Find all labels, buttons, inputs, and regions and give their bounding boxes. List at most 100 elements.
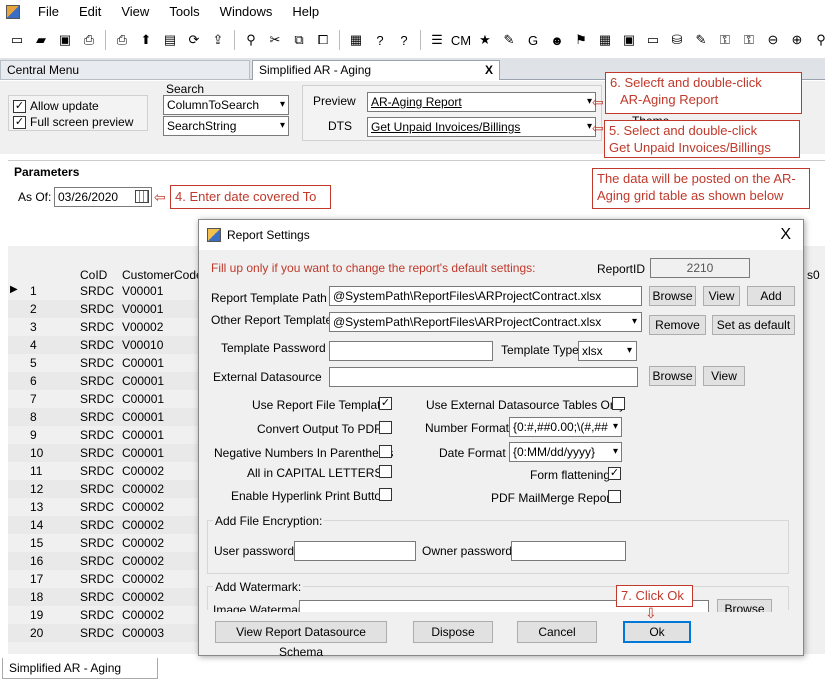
set-default-button[interactable]: Set as default bbox=[712, 315, 795, 335]
all-caps-checkbox[interactable] bbox=[379, 465, 392, 478]
browse-datasource-button[interactable]: Browse bbox=[649, 366, 696, 386]
excel-icon[interactable]: ▦ bbox=[594, 29, 616, 51]
refresh-icon[interactable]: ⟳ bbox=[183, 29, 205, 51]
cancel-button[interactable]: Cancel bbox=[517, 621, 597, 643]
table-row[interactable]: 4 SRDC V00010 bbox=[8, 336, 198, 354]
preview-report-combo[interactable]: AR-Aging Report ▾ bbox=[367, 92, 596, 112]
cm-icon[interactable]: CM bbox=[450, 29, 472, 51]
pdf-mailmerge-checkbox[interactable] bbox=[608, 490, 621, 503]
menu-edit[interactable]: Edit bbox=[69, 0, 111, 24]
table-row[interactable]: 8 SRDC C00001 bbox=[8, 408, 198, 426]
external-datasource-field[interactable] bbox=[329, 367, 638, 387]
table-row[interactable]: 17 SRDC C00002 bbox=[8, 570, 198, 588]
use-external-only-checkbox[interactable] bbox=[612, 397, 625, 410]
paste-icon[interactable]: ⧠ bbox=[312, 29, 334, 51]
view-schema-button[interactable]: View Report Datasource Schema bbox=[215, 621, 387, 659]
remove-template-button[interactable]: Remove bbox=[649, 315, 706, 335]
template-type-combo[interactable]: xlsx ▾ bbox=[578, 341, 637, 361]
copy-icon[interactable]: ⧉ bbox=[288, 29, 310, 51]
browse-watermark-button[interactable]: Browse bbox=[717, 599, 772, 612]
question-icon[interactable]: ? bbox=[393, 29, 415, 51]
grid-icon[interactable]: ▦ bbox=[345, 29, 367, 51]
tool-icon[interactable]: ✎ bbox=[498, 29, 520, 51]
table-row[interactable]: 19 SRDC C00002 bbox=[8, 606, 198, 624]
zoom-in-icon[interactable]: ⊕ bbox=[786, 29, 808, 51]
table-row[interactable]: 16 SRDC C00002 bbox=[8, 552, 198, 570]
date-format-combo[interactable]: {0:MM/dd/yyyy} ▾ bbox=[509, 442, 622, 462]
table-row[interactable]: 18 SRDC C00002 bbox=[8, 588, 198, 606]
new-icon[interactable]: ▭ bbox=[6, 29, 28, 51]
search-column-combo[interactable]: ColumnToSearch ▾ bbox=[163, 95, 289, 115]
table-row[interactable]: 9 SRDC C00001 bbox=[8, 426, 198, 444]
export-icon[interactable]: ⇪ bbox=[207, 29, 229, 51]
tab-central-menu[interactable]: Central Menu bbox=[0, 60, 250, 80]
menu-view[interactable]: View bbox=[111, 0, 159, 24]
user-password-field[interactable] bbox=[294, 541, 416, 561]
table-row[interactable]: 13 SRDC C00002 bbox=[8, 498, 198, 516]
ok-button[interactable]: Ok bbox=[623, 621, 691, 643]
column-header-fragment[interactable]: s0 bbox=[807, 268, 820, 282]
form-flattening-checkbox[interactable]: ✓ bbox=[608, 467, 621, 480]
use-report-file-template-checkbox[interactable]: ✓ bbox=[379, 397, 392, 410]
help-icon[interactable]: ? bbox=[369, 29, 391, 51]
number-format-combo[interactable]: {0:#,##0.00;\(#,## ▾ bbox=[509, 417, 622, 437]
menu-file[interactable]: File bbox=[28, 0, 69, 24]
negative-parens-checkbox[interactable] bbox=[379, 445, 392, 458]
print-icon[interactable]: ⎙ bbox=[78, 29, 100, 51]
tab-simplified-ar-aging[interactable]: Simplified AR - Aging X bbox=[252, 60, 500, 80]
find-icon[interactable]: ⚲ bbox=[240, 29, 262, 51]
dts-combo[interactable]: Get Unpaid Invoices/Billings ▾ bbox=[367, 117, 596, 137]
table-row[interactable]: 7 SRDC C00001 bbox=[8, 390, 198, 408]
search-icon[interactable]: ⚲ bbox=[810, 29, 825, 51]
db-icon[interactable]: ⛁ bbox=[666, 29, 688, 51]
dispose-button[interactable]: Dispose bbox=[413, 621, 493, 643]
table-row[interactable]: 12 SRDC C00002 bbox=[8, 480, 198, 498]
star-icon[interactable]: ★ bbox=[474, 29, 496, 51]
convert-pdf-checkbox[interactable] bbox=[379, 421, 392, 434]
close-tab-icon[interactable]: X bbox=[485, 61, 493, 79]
g-icon[interactable]: G bbox=[522, 29, 544, 51]
column-header-coid[interactable]: CoID bbox=[80, 268, 107, 282]
table-row[interactable]: 3 SRDC V00002 bbox=[8, 318, 198, 336]
up-arrow-icon[interactable]: ⬆ bbox=[135, 29, 157, 51]
zoom-out-icon[interactable]: ⊖ bbox=[762, 29, 784, 51]
print-preview-icon[interactable]: ⎙ bbox=[111, 29, 133, 51]
table-row[interactable]: 10 SRDC C00001 bbox=[8, 444, 198, 462]
window-tab-simplified-ar-aging[interactable]: Simplified AR - Aging [G2122] bbox=[2, 658, 158, 679]
calendar-icon[interactable] bbox=[135, 190, 149, 203]
table-row[interactable]: 1 SRDC V00001 bbox=[8, 282, 198, 300]
hyperlink-print-checkbox[interactable] bbox=[379, 488, 392, 501]
image-icon[interactable]: ▣ bbox=[618, 29, 640, 51]
table-row[interactable]: 5 SRDC C00001 bbox=[8, 354, 198, 372]
owner-password-field[interactable] bbox=[511, 541, 626, 561]
allow-update-checkbox[interactable]: ✓ Allow update bbox=[13, 99, 99, 113]
wrench-icon[interactable]: ✎ bbox=[690, 29, 712, 51]
menu-tools[interactable]: Tools bbox=[159, 0, 209, 24]
lock-icon[interactable]: ⚿ bbox=[738, 29, 760, 51]
close-icon[interactable]: X bbox=[780, 220, 791, 250]
menu-windows[interactable]: Windows bbox=[210, 0, 283, 24]
as-of-date-input[interactable]: 03/26/2020 bbox=[54, 187, 152, 207]
search-string-combo[interactable]: SearchString ▾ bbox=[163, 116, 289, 136]
other-templates-combo[interactable]: @SystemPath\ReportFiles\ARProjectContrac… bbox=[329, 312, 642, 332]
cmd-icon[interactable]: ▤ bbox=[159, 29, 181, 51]
browse-template-button[interactable]: Browse bbox=[649, 286, 696, 306]
full-screen-preview-checkbox[interactable]: ✓ Full screen preview bbox=[13, 115, 133, 129]
key-icon[interactable]: ⚿ bbox=[714, 29, 736, 51]
table-row[interactable]: 14 SRDC C00002 bbox=[8, 516, 198, 534]
list-icon[interactable]: ☰ bbox=[426, 29, 448, 51]
folder-icon[interactable]: ▭ bbox=[642, 29, 664, 51]
table-row[interactable]: 6 SRDC C00001 bbox=[8, 372, 198, 390]
template-password-field[interactable] bbox=[329, 341, 493, 361]
table-row[interactable]: 15 SRDC C00002 bbox=[8, 534, 198, 552]
view-datasource-button[interactable]: View bbox=[703, 366, 745, 386]
view-template-button[interactable]: View bbox=[703, 286, 740, 306]
flag-icon[interactable]: ⚑ bbox=[570, 29, 592, 51]
table-row[interactable]: 11 SRDC C00002 bbox=[8, 462, 198, 480]
column-header-customercode[interactable]: CustomerCode bbox=[122, 268, 203, 282]
open-icon[interactable]: ▰ bbox=[30, 29, 52, 51]
cut-icon[interactable]: ✂ bbox=[264, 29, 286, 51]
save-icon[interactable]: ▣ bbox=[54, 29, 76, 51]
user-icon[interactable]: ☻ bbox=[546, 29, 568, 51]
add-template-button[interactable]: Add bbox=[747, 286, 795, 306]
